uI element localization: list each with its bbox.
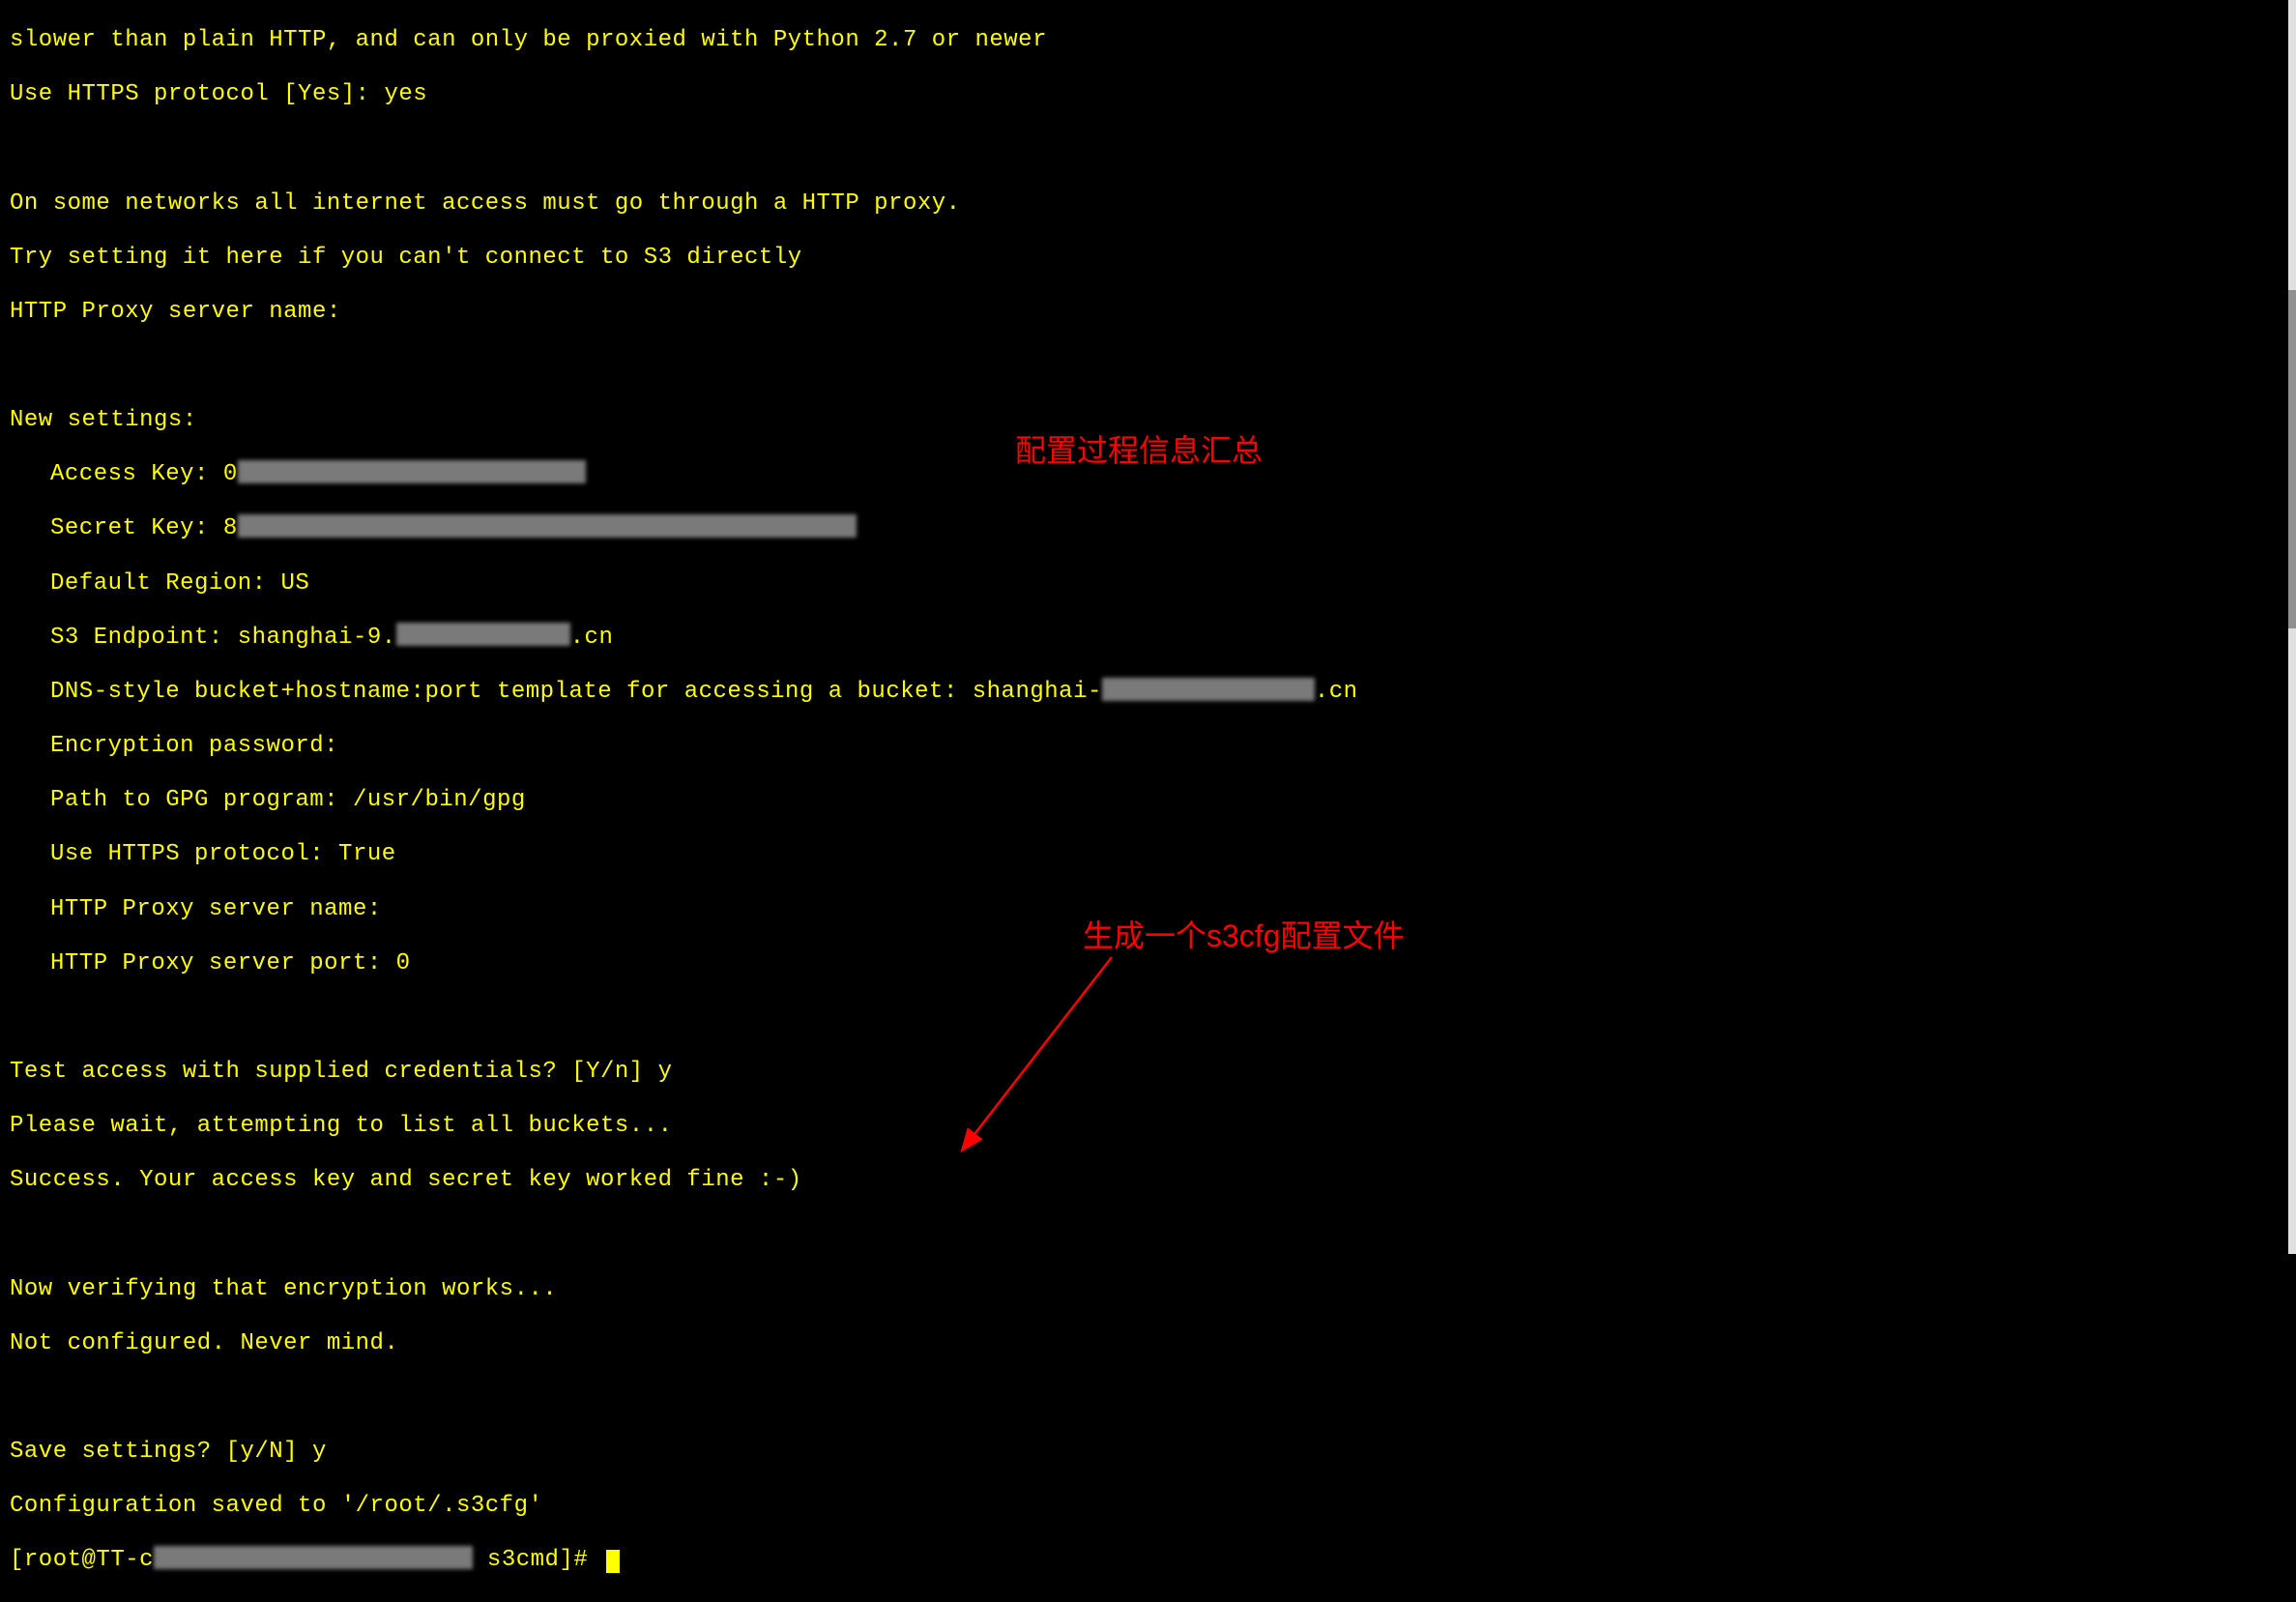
s3-endpoint-suffix: .cn: [570, 625, 614, 651]
output-line: [10, 1005, 2286, 1032]
output-line: DNS-style bucket+hostname:port template …: [10, 679, 2286, 706]
output-line: HTTP Proxy server name:: [10, 299, 2286, 326]
output-line: Save settings? [y/N] y: [10, 1439, 2286, 1466]
output-line: [10, 135, 2286, 162]
s3-endpoint-label: S3 Endpoint: shanghai-9.: [50, 625, 396, 651]
output-line: slower than plain HTTP, and can only be …: [10, 27, 2286, 54]
output-line: [10, 353, 2286, 380]
censored-access-key: [238, 460, 586, 483]
censored-secret-key: [238, 514, 857, 538]
output-line: On some networks all internet access mus…: [10, 190, 2286, 218]
prompt-line[interactable]: [root@TT-c s3cmd]#: [10, 1547, 2286, 1574]
output-line: Now verifying that encryption works...: [10, 1276, 2286, 1303]
output-line: New settings:: [10, 407, 2286, 434]
prompt-user: [root@TT-c: [10, 1547, 154, 1573]
output-line: Please wait, attempting to list all buck…: [10, 1113, 2286, 1140]
terminal-output[interactable]: slower than plain HTTP, and can only be …: [0, 0, 2296, 1602]
output-line: Default Region: US: [10, 570, 2286, 597]
output-line: Test access with supplied credentials? […: [10, 1059, 2286, 1086]
annotation-cfg-file: 生成一个s3cfg配置文件: [1083, 918, 1405, 954]
secret-key-label: Secret Key: 8: [50, 515, 238, 541]
output-line: [10, 1222, 2286, 1249]
output-line: Try setting it here if you can't connect…: [10, 245, 2286, 272]
output-line: Not configured. Never mind.: [10, 1330, 2286, 1357]
censored-dns: [1102, 678, 1315, 701]
output-line: Use HTTPS protocol [Yes]: yes: [10, 81, 2286, 108]
output-line: S3 Endpoint: shanghai-9. .cn: [10, 625, 2286, 652]
scrollbar-thumb[interactable]: [2288, 290, 2296, 628]
output-line: Configuration saved to '/root/.s3cfg': [10, 1493, 2286, 1520]
dns-template-suffix: .cn: [1315, 679, 1358, 705]
output-line: Success. Your access key and secret key …: [10, 1167, 2286, 1194]
annotation-summary: 配置过程信息汇总: [1015, 433, 1263, 469]
output-line: Use HTTPS protocol: True: [10, 841, 2286, 868]
output-line: Path to GPG program: /usr/bin/gpg: [10, 787, 2286, 814]
prompt-cmd: s3cmd]#: [473, 1547, 602, 1573]
censored-endpoint: [396, 623, 570, 646]
dns-template-label: DNS-style bucket+hostname:port template …: [50, 679, 1102, 705]
output-line: Encryption password:: [10, 733, 2286, 760]
output-line: [10, 1384, 2286, 1412]
access-key-label: Access Key: 0: [50, 461, 238, 487]
output-line: Secret Key: 8: [10, 515, 2286, 542]
cursor-icon: [606, 1550, 620, 1573]
censored-hostname: [154, 1546, 473, 1569]
